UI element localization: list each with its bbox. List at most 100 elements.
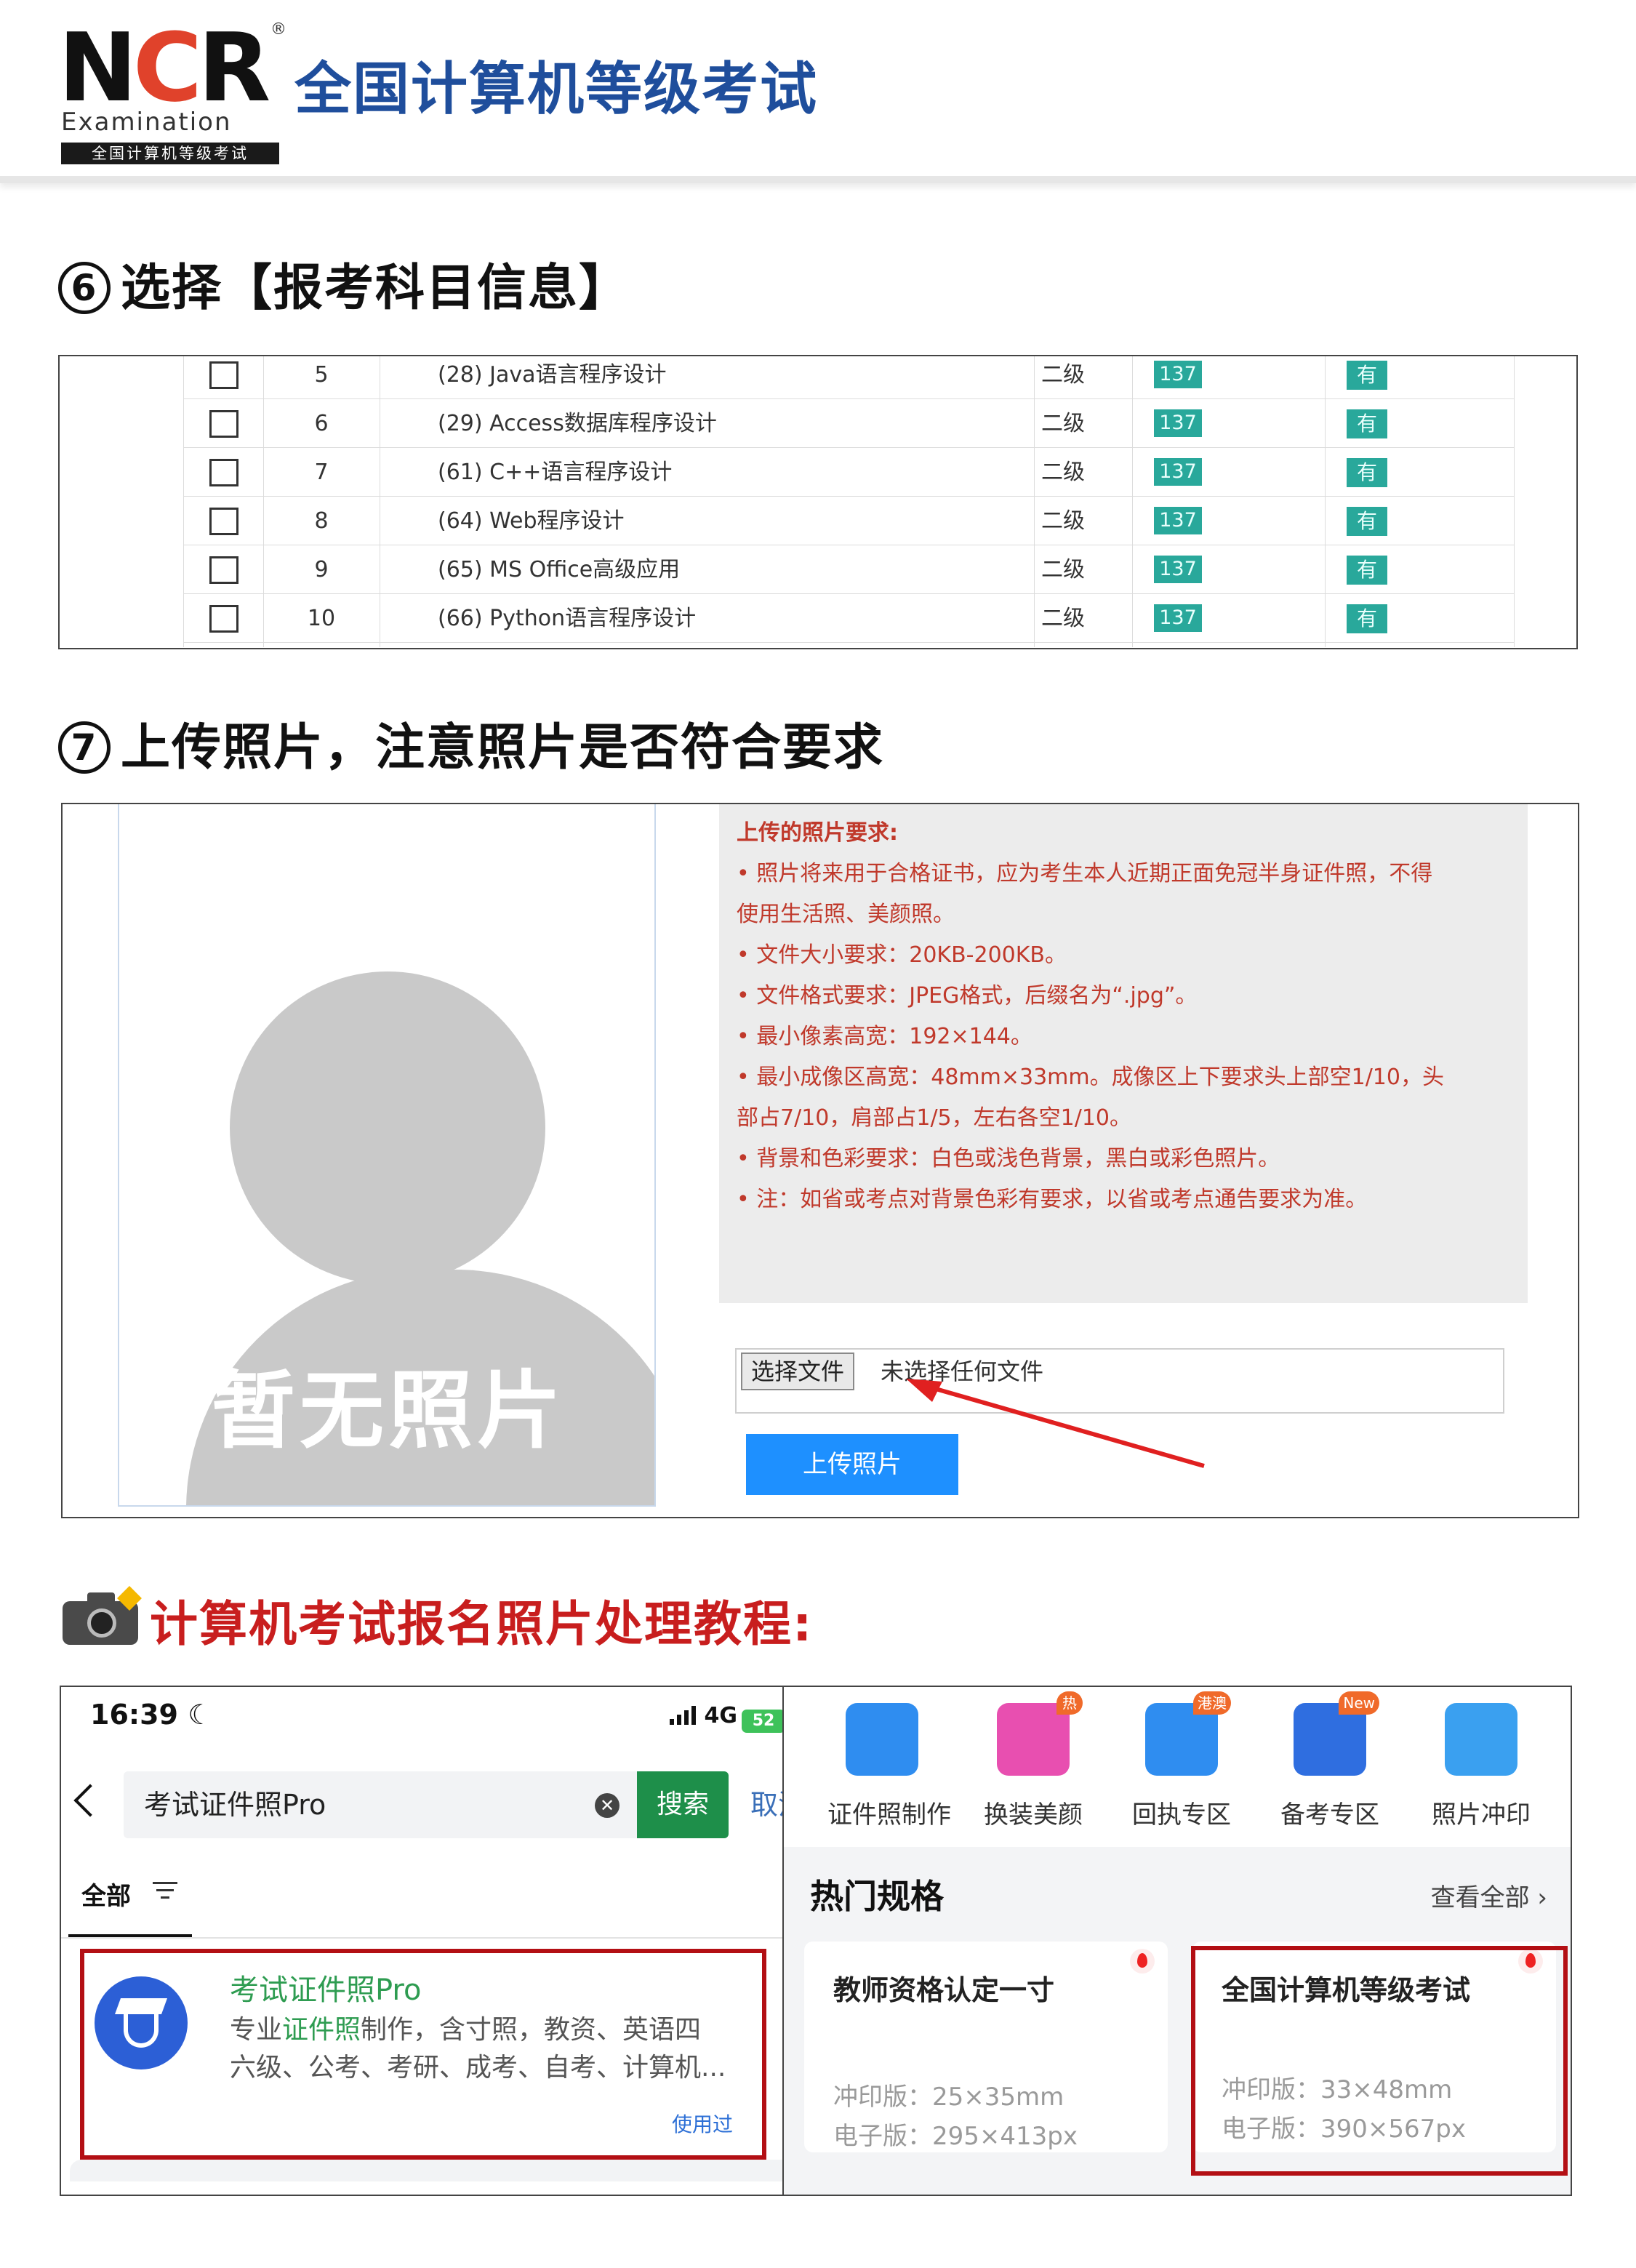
step7-number: 7 bbox=[58, 721, 111, 774]
step7-title: 上传照片，注意照片是否符合要求 bbox=[121, 719, 885, 777]
search-input[interactable]: 考试证件照Pro ✕ bbox=[124, 1771, 637, 1838]
search-screenshot: 16:39 ☾ 4G 52 考试证件照Pro ✕ 搜索 取消 全部 考试证件照Pr… bbox=[60, 1686, 809, 2196]
subject-level: 二级 bbox=[1041, 606, 1085, 631]
table-row[interactable]: 6 (29) Access数据库程序设计 二级 137 有 bbox=[183, 399, 1514, 448]
subject-name: (28) Java语言程序设计 bbox=[438, 362, 667, 388]
fee-badge: 137 bbox=[1154, 361, 1202, 388]
spec-print-size: 冲印版：25×35mm bbox=[833, 2083, 1064, 2112]
subject-level: 二级 bbox=[1041, 460, 1085, 485]
category-icon: 港澳 bbox=[1145, 1691, 1231, 1776]
camera-flash-icon bbox=[63, 1586, 142, 1645]
highlight-box bbox=[80, 1949, 766, 2160]
row-number: 7 bbox=[314, 460, 329, 485]
no-photo-label: 暂无照片 bbox=[211, 1362, 566, 1460]
table-row[interactable]: 7 (61) C++语言程序设计 二级 137 有 bbox=[183, 448, 1514, 497]
category-icon bbox=[1445, 1703, 1517, 1776]
choose-file-button[interactable]: 选择文件 bbox=[741, 1353, 855, 1390]
back-chevron-icon[interactable] bbox=[73, 1784, 107, 1817]
requirements-list: • 照片将来用于合格证书，应为考生本人近期正面免冠半身证件照，不得 使用生活照、美… bbox=[737, 854, 1510, 1220]
category-item[interactable]: 港澳 回执专区 bbox=[1127, 1691, 1236, 1830]
fee-badge: 137 bbox=[1154, 556, 1202, 583]
battery-icon: 52 bbox=[742, 1710, 785, 1733]
spec-digital-size: 电子版：295×413px bbox=[833, 2122, 1078, 2151]
category-label: 换装美颜 bbox=[984, 1800, 1083, 1830]
table-row[interactable]: 8 (64) Web程序设计 二级 137 有 bbox=[183, 497, 1514, 545]
subject-name: (29) Access数据库程序设计 bbox=[438, 411, 717, 436]
subject-level: 二级 bbox=[1041, 362, 1085, 388]
subject-level: 二级 bbox=[1041, 508, 1085, 534]
tab-divider bbox=[61, 1937, 788, 1939]
category-label: 照片冲印 bbox=[1432, 1800, 1531, 1830]
category-item[interactable]: 照片冲印 bbox=[1427, 1703, 1536, 1830]
requirement-line: • 最小成像区高宽：48mm×33mm。成像区上下要求头上部空1/10，头 bbox=[737, 1065, 1444, 1090]
search-value: 考试证件照Pro bbox=[144, 1789, 326, 1821]
search-button[interactable]: 搜索 bbox=[637, 1771, 729, 1838]
row-number: 6 bbox=[314, 411, 329, 436]
upload-photo-button[interactable]: 上传照片 bbox=[746, 1434, 958, 1495]
table-row[interactable]: 9 (65) MS Office高级应用 二级 137 有 bbox=[183, 545, 1514, 594]
step6-title: 选择【报考科目信息】 bbox=[121, 260, 630, 317]
fee-badge: 137 bbox=[1154, 409, 1202, 437]
spec-title: 教师资格认定一寸 bbox=[833, 1974, 1055, 2006]
category-icon: New bbox=[1294, 1691, 1379, 1776]
row-checkbox[interactable] bbox=[209, 605, 238, 633]
category-badge: 港澳 bbox=[1193, 1691, 1231, 1715]
availability-badge: 有 bbox=[1347, 361, 1387, 390]
ncre-logo: NCR ® Examination 全国计算机等级考试 bbox=[58, 20, 286, 164]
signal-icon bbox=[669, 1706, 699, 1725]
brand-title: 全国计算机等级考试 bbox=[294, 57, 819, 122]
requirement-line: • 背景和色彩要求：白色或浅色背景，黑白或彩色照片。 bbox=[737, 1146, 1280, 1171]
availability-badge: 有 bbox=[1347, 604, 1387, 633]
step6-heading: 6 选择【报考科目信息】 bbox=[58, 247, 630, 319]
fire-icon bbox=[1130, 1949, 1155, 1974]
spec-card-teacher[interactable]: 教师资格认定一寸 冲印版：25×35mm 电子版：295×413px bbox=[804, 1942, 1168, 2152]
table-row[interactable]: 5 (28) Java语言程序设计 二级 137 有 bbox=[183, 356, 1514, 399]
filter-icon[interactable] bbox=[153, 1880, 177, 1901]
category-badge: New bbox=[1339, 1691, 1379, 1715]
avatar-head-shape bbox=[230, 971, 545, 1284]
subject-level: 二级 bbox=[1041, 411, 1085, 436]
network-label: 4G bbox=[704, 1703, 738, 1728]
row-checkbox[interactable] bbox=[209, 508, 238, 535]
requirement-line: • 文件格式要求：JPEG格式，后缀名为“.jpg”。 bbox=[737, 983, 1198, 1009]
availability-badge: 有 bbox=[1347, 556, 1387, 585]
subject-name: (64) Web程序设计 bbox=[438, 508, 625, 534]
tab-all[interactable]: 全部 bbox=[81, 1876, 131, 1912]
availability-badge: 有 bbox=[1347, 458, 1387, 487]
hot-specs-title: 热门规格 bbox=[810, 1877, 944, 1916]
logo-english: Examination bbox=[61, 108, 232, 137]
status-time: 16:39 ☾ bbox=[90, 1699, 213, 1731]
row-checkbox[interactable] bbox=[209, 556, 238, 584]
availability-badge: 有 bbox=[1347, 507, 1387, 536]
category-item[interactable]: 热换装美颜 bbox=[979, 1691, 1088, 1830]
row-checkbox[interactable] bbox=[209, 361, 238, 389]
category-item[interactable]: New 备考专区 bbox=[1275, 1691, 1384, 1830]
category-badge: 热 bbox=[1056, 1691, 1083, 1715]
category-item[interactable]: 证件照制作 bbox=[827, 1703, 951, 1830]
requirement-line: • 照片将来用于合格证书，应为考生本人近期正面免冠半身证件照，不得 bbox=[737, 861, 1433, 886]
photo-upload-panel: 暂无照片 上传的照片要求: • 照片将来用于合格证书，应为考生本人近期正面免冠半… bbox=[61, 803, 1579, 1518]
requirement-line: • 文件大小要求：20KB-200KB。 bbox=[737, 942, 1067, 968]
row-number: 9 bbox=[314, 557, 329, 582]
tutorial-title: 计算机考试报名照片处理教程: bbox=[150, 1596, 814, 1652]
view-all-link[interactable]: 查看全部 › bbox=[1431, 1878, 1547, 1913]
fee-badge: 137 bbox=[1154, 604, 1202, 632]
row-number: 5 bbox=[314, 362, 329, 388]
subject-table-panel: 5 (28) Java语言程序设计 二级 137 有 6 (29) Access数据库程序设… bbox=[58, 355, 1578, 649]
subject-name: (61) C++语言程序设计 bbox=[438, 460, 673, 485]
spec-screenshot: 证件照制作热换装美颜 港澳 回执专区 New 备考专区 照片冲印 热门规格 查看全部 › … bbox=[782, 1686, 1572, 2196]
requirements-title: 上传的照片要求: bbox=[737, 820, 898, 846]
step6-number: 6 bbox=[58, 262, 111, 314]
photo-requirements: 上传的照片要求: • 照片将来用于合格证书，应为考生本人近期正面免冠半身证件照，… bbox=[719, 804, 1528, 1303]
requirement-line: 使用生活照、美颜照。 bbox=[737, 902, 955, 927]
table-row[interactable]: 10 (66) Python语言程序设计 二级 137 有 bbox=[183, 594, 1514, 643]
row-checkbox[interactable] bbox=[209, 410, 238, 438]
tutorial-heading: 计算机考试报名照片处理教程: bbox=[63, 1585, 813, 1655]
row-checkbox[interactable] bbox=[209, 459, 238, 486]
clear-icon[interactable]: ✕ bbox=[595, 1793, 619, 1818]
category-icon: 热 bbox=[997, 1691, 1083, 1776]
highlight-box bbox=[1191, 1946, 1568, 2176]
row-number: 10 bbox=[307, 606, 336, 631]
fee-badge: 137 bbox=[1154, 458, 1202, 486]
subject-name: (66) Python语言程序设计 bbox=[438, 606, 697, 631]
